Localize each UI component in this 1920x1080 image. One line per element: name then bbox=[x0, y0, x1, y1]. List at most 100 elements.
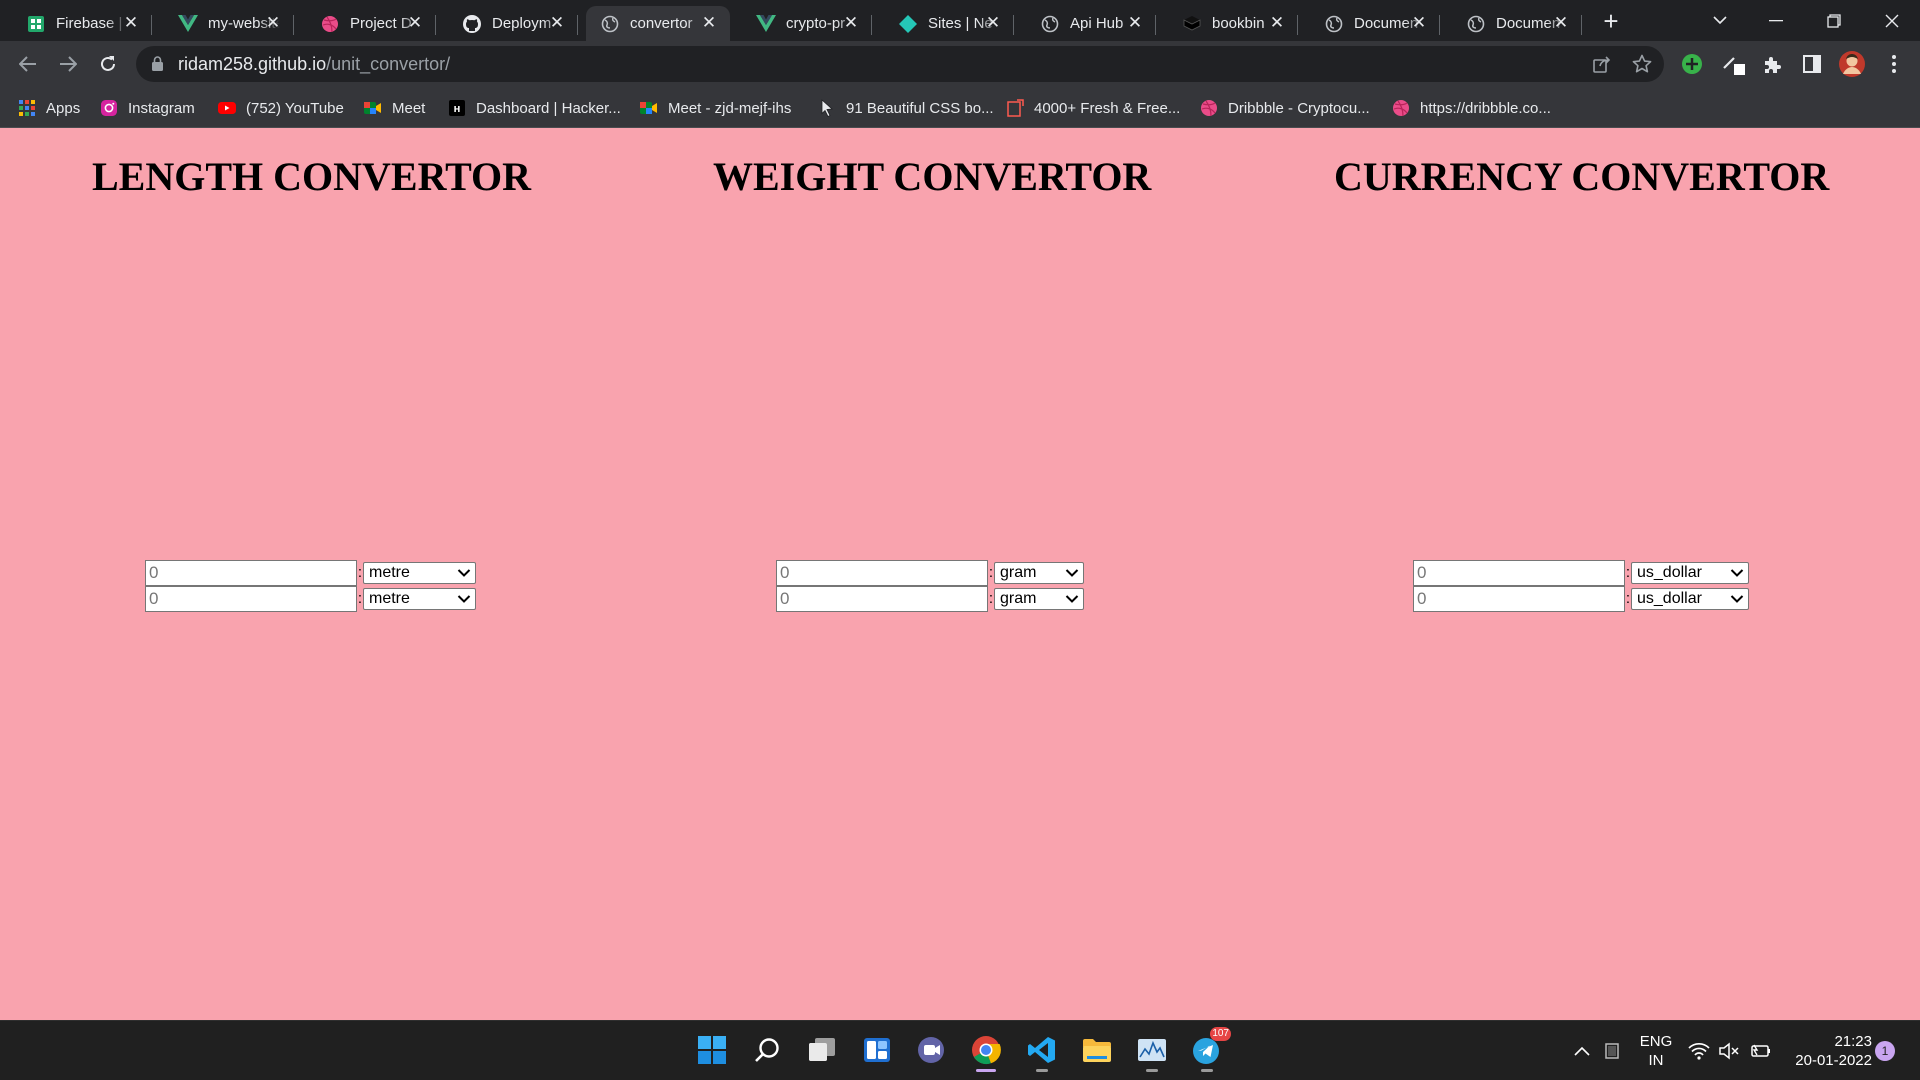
bookmark-label: Apps bbox=[46, 99, 81, 117]
globe-icon bbox=[1324, 14, 1344, 34]
restore-window-icon[interactable] bbox=[1806, 0, 1862, 41]
clock[interactable]: 21:23 20-01-2022 bbox=[1782, 1021, 1872, 1080]
close-tab-icon[interactable]: ✕ bbox=[1126, 14, 1144, 32]
currency-unit-select-to[interactable]: us_dollar bbox=[1631, 588, 1749, 610]
bookmark-dribbble-crypto[interactable]: Dribbble - Cryptocu... bbox=[1200, 97, 1370, 119]
length-unit-select-from[interactable]: metre bbox=[363, 562, 476, 584]
share-icon[interactable] bbox=[1590, 53, 1614, 75]
tab-netlify-sites[interactable]: Sites | Ne ✕ bbox=[872, 6, 1014, 41]
pen-extension-icon[interactable] bbox=[1720, 50, 1748, 78]
reload-icon[interactable] bbox=[92, 48, 124, 80]
bookmark-label: https://dribbble.co... bbox=[1420, 99, 1551, 117]
close-tab-icon[interactable]: ✕ bbox=[548, 14, 566, 32]
browser-toolbar: ridam258.github.io/unit_convertor/ bbox=[0, 41, 1920, 87]
tab-deployment[interactable]: Deploym ✕ bbox=[436, 6, 578, 41]
close-tab-icon[interactable]: ✕ bbox=[700, 14, 718, 32]
show-hidden-icons-chevron-icon[interactable] bbox=[1570, 1021, 1594, 1080]
bookmark-instagram[interactable]: Instagram bbox=[100, 97, 195, 119]
book-icon bbox=[1182, 14, 1202, 34]
profile-avatar[interactable] bbox=[1838, 50, 1866, 78]
wifi-icon[interactable] bbox=[1686, 1021, 1712, 1080]
tab-my-website[interactable]: my-website ✕ bbox=[152, 6, 294, 41]
weight-input-from[interactable] bbox=[776, 560, 988, 586]
bookmark-meet[interactable]: Meet bbox=[364, 97, 425, 119]
close-tab-icon[interactable]: ✕ bbox=[1268, 14, 1286, 32]
teams-chat-icon[interactable] bbox=[911, 1030, 951, 1070]
tab-api-hub[interactable]: Api Hub ✕ bbox=[1014, 6, 1156, 41]
selected-unit: us_dollar bbox=[1637, 590, 1702, 607]
lock-icon[interactable] bbox=[152, 56, 163, 76]
tab-documentation-2[interactable]: Documen ✕ bbox=[1440, 6, 1582, 41]
more-menu-icon[interactable] bbox=[1880, 50, 1908, 78]
chevron-down-icon bbox=[1730, 595, 1744, 603]
close-tab-icon[interactable]: ✕ bbox=[406, 14, 424, 32]
weight-input-to[interactable] bbox=[776, 586, 988, 612]
tab-search-chevron-icon[interactable] bbox=[1692, 0, 1748, 41]
back-arrow-icon[interactable] bbox=[12, 48, 44, 80]
currency-input-to[interactable] bbox=[1413, 586, 1625, 612]
telegram-icon[interactable]: 107 bbox=[1187, 1027, 1231, 1072]
close-window-icon[interactable] bbox=[1864, 0, 1920, 41]
cursor-icon bbox=[818, 99, 836, 117]
currency-row-to: : us_dollar bbox=[1413, 586, 1749, 612]
volume-muted-icon[interactable] bbox=[1716, 1021, 1742, 1080]
length-row-to: : metre bbox=[145, 586, 476, 612]
new-tab-plus-icon[interactable]: + bbox=[1597, 8, 1625, 36]
windows-start-icon[interactable] bbox=[692, 1030, 732, 1070]
github-icon bbox=[462, 14, 482, 34]
bookmark-hackerrank[interactable]: H Dashboard | Hacker... bbox=[448, 97, 621, 119]
language-indicator[interactable]: ENG IN bbox=[1632, 1021, 1680, 1080]
tab-firebase[interactable]: Firebase | ✕ bbox=[0, 6, 152, 41]
bookmark-apps[interactable]: Apps bbox=[18, 97, 80, 119]
tab-separator bbox=[1581, 15, 1582, 35]
weight-unit-select-from[interactable]: gram bbox=[994, 562, 1084, 584]
forward-arrow-icon[interactable] bbox=[52, 48, 84, 80]
bookmark-fresh-free[interactable]: 4000+ Fresh & Free... bbox=[1006, 97, 1180, 119]
bookmark-css-borders[interactable]: 91 Beautiful CSS bo... bbox=[818, 97, 994, 119]
globe-icon bbox=[1040, 14, 1060, 34]
close-tab-icon[interactable]: ✕ bbox=[1552, 14, 1570, 32]
weight-convertor: : gram : gram bbox=[776, 560, 1084, 612]
close-tab-icon[interactable]: ✕ bbox=[984, 14, 1002, 32]
minimize-icon[interactable] bbox=[1748, 0, 1804, 41]
bookmark-label: Dashboard | Hacker... bbox=[476, 99, 621, 117]
widgets-icon[interactable] bbox=[857, 1030, 897, 1070]
tab-crypto[interactable]: crypto-pr ✕ bbox=[730, 6, 872, 41]
bookmark-meet-room[interactable]: Meet - zjd-mejf-ihs bbox=[640, 97, 791, 119]
close-tab-icon[interactable]: ✕ bbox=[1410, 14, 1428, 32]
address-bar[interactable]: ridam258.github.io/unit_convertor/ bbox=[136, 46, 1664, 82]
notification-center[interactable]: 1 bbox=[1874, 1021, 1896, 1080]
bookmark-youtube[interactable]: (752) YouTube bbox=[218, 97, 344, 119]
puzzle-extensions-icon[interactable] bbox=[1758, 50, 1786, 78]
search-icon[interactable] bbox=[748, 1030, 788, 1070]
tab-strip: Firebase | ✕ my-website ✕ Project D ✕ De… bbox=[0, 0, 1920, 41]
length-row-from: : metre bbox=[145, 560, 476, 586]
green-extension-icon[interactable] bbox=[1678, 50, 1706, 78]
currency-unit-select-from[interactable]: us_dollar bbox=[1631, 562, 1749, 584]
close-tab-icon[interactable]: ✕ bbox=[842, 14, 860, 32]
tab-bookbin[interactable]: bookbin ✕ bbox=[1156, 6, 1298, 41]
bookmark-dribbble-url[interactable]: https://dribbble.co... bbox=[1392, 97, 1551, 119]
currency-input-from[interactable] bbox=[1413, 560, 1625, 586]
resource-monitor-icon[interactable] bbox=[1132, 1030, 1172, 1072]
youtube-icon bbox=[218, 99, 236, 117]
close-tab-icon[interactable]: ✕ bbox=[264, 14, 282, 32]
battery-charging-icon[interactable] bbox=[1748, 1021, 1774, 1080]
vscode-icon[interactable] bbox=[1022, 1030, 1062, 1072]
close-tab-icon[interactable]: ✕ bbox=[122, 14, 140, 32]
file-explorer-icon[interactable] bbox=[1077, 1030, 1117, 1070]
chrome-icon[interactable] bbox=[966, 1030, 1006, 1072]
task-view-icon[interactable] bbox=[802, 1030, 842, 1070]
weight-unit-select-to[interactable]: gram bbox=[994, 588, 1084, 610]
length-unit-select-to[interactable]: metre bbox=[363, 588, 476, 610]
telegram-badge: 107 bbox=[1210, 1027, 1231, 1041]
side-panel-icon[interactable] bbox=[1798, 50, 1826, 78]
tab-project-dribbble[interactable]: Project D ✕ bbox=[294, 6, 436, 41]
tab-convertor[interactable]: convertor ✕ bbox=[586, 6, 730, 41]
tray-app-icon[interactable] bbox=[1600, 1021, 1624, 1080]
tab-documentation-1[interactable]: Documen ✕ bbox=[1298, 6, 1440, 41]
star-bookmark-icon[interactable] bbox=[1630, 53, 1654, 75]
length-input-from[interactable] bbox=[145, 560, 357, 586]
length-input-to[interactable] bbox=[145, 586, 357, 612]
dribbble-icon bbox=[1200, 99, 1218, 117]
